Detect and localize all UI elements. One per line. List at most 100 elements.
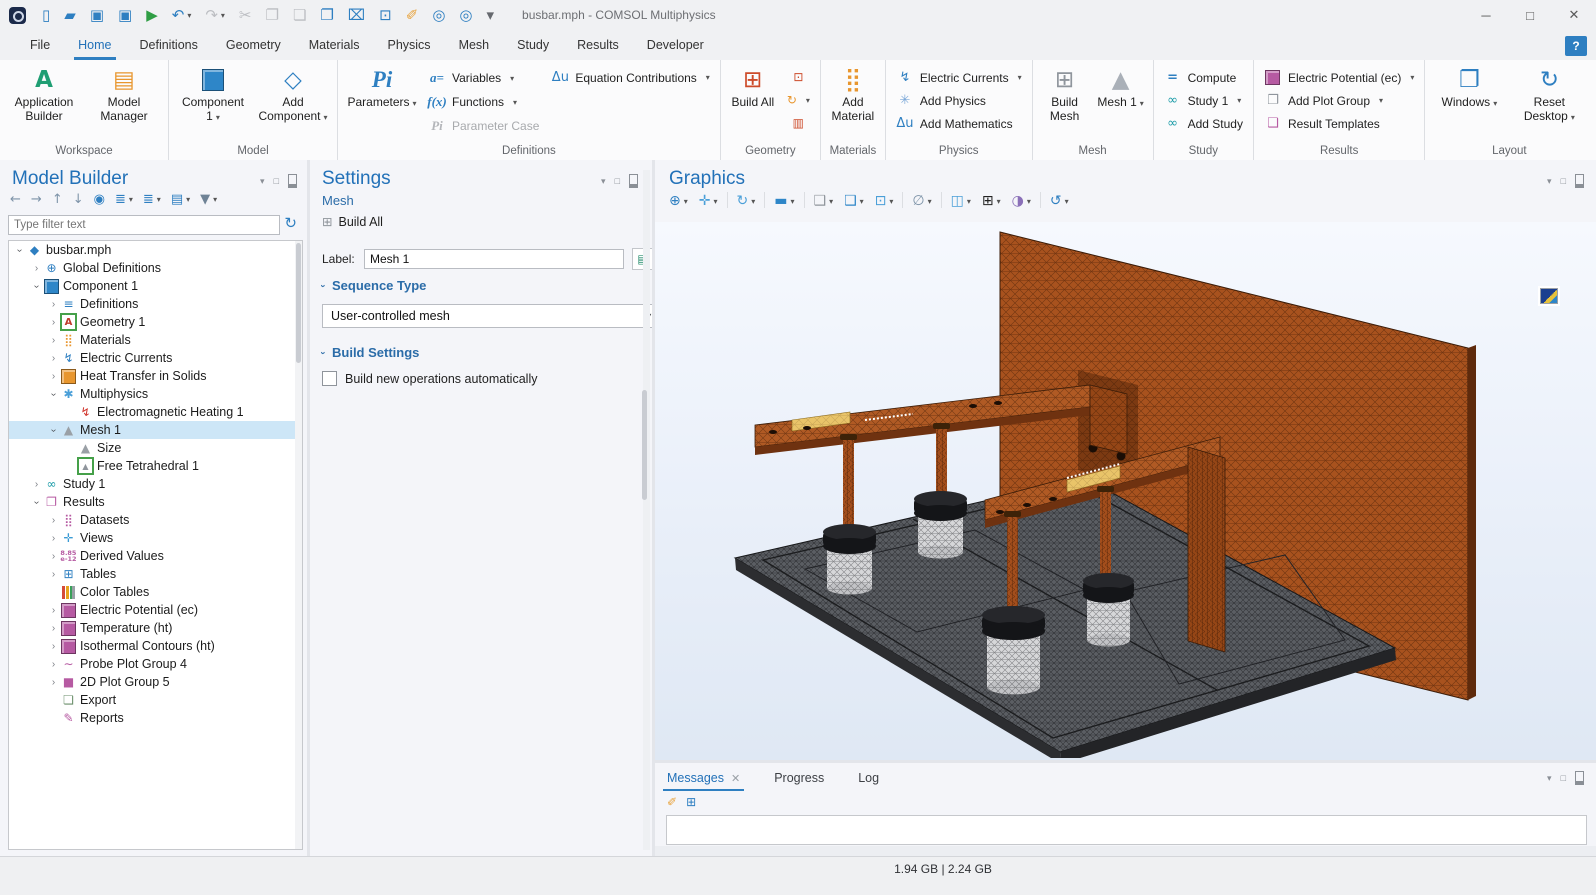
tree-expander-icon[interactable]: ›: [47, 551, 60, 562]
label-input[interactable]: [364, 249, 624, 269]
axis-orientation-button[interactable]: ✛▾: [697, 192, 720, 210]
panel-float-icon[interactable]: □: [274, 176, 279, 186]
menu-tab-physics[interactable]: Physics: [373, 30, 444, 60]
tree-expander-icon[interactable]: ›: [47, 605, 60, 616]
zoom-selected-button[interactable]: ◎: [432, 6, 445, 24]
ribbon-button-reset-desktop[interactable]: ↻Reset Desktop▾: [1511, 62, 1587, 125]
model-tree-nodes-button[interactable]: ▤▾: [171, 192, 190, 207]
tree-expander-icon[interactable]: ›: [47, 371, 60, 382]
ribbon-button-application-builder[interactable]: AApplication Builder: [6, 62, 82, 123]
tree-item-isothermal-contours-ht[interactable]: ›Isothermal Contours (ht): [9, 637, 302, 655]
menu-tab-geometry[interactable]: Geometry: [212, 30, 295, 60]
update-plot-button[interactable]: ↺▾: [1048, 192, 1071, 210]
ribbon-button-electric-currents[interactable]: ↯Electric Currents▾: [892, 69, 1026, 86]
ribbon-button-component-1[interactable]: Component 1▾: [175, 62, 251, 125]
grid-button[interactable]: ⊞▾: [980, 192, 1003, 210]
back-button[interactable]: ←: [10, 192, 21, 207]
tree-expander-icon[interactable]: ›: [30, 263, 43, 274]
clear-messages-button[interactable]: ✐: [667, 795, 677, 809]
tree-item-tables[interactable]: ›⊞Tables: [9, 565, 302, 583]
save-button[interactable]: ▣: [90, 6, 104, 24]
transparency-button[interactable]: ◫▾: [949, 192, 973, 210]
tree-item-color-tables[interactable]: Color Tables: [9, 583, 302, 601]
tree-item-electromagnetic-heating-1[interactable]: ↯Electromagnetic Heating 1: [9, 403, 302, 421]
tree-expander-icon[interactable]: ›: [48, 388, 59, 401]
copy-to-table-button[interactable]: ⊞: [686, 795, 696, 809]
ribbon-button-result-templates[interactable]: ❑Result Templates: [1260, 115, 1418, 132]
tree-item-mesh-1[interactable]: ›▲Mesh 1: [9, 421, 302, 439]
tree-item-component-1[interactable]: ›Component 1: [9, 277, 302, 295]
open-file-button[interactable]: ▰: [64, 6, 76, 24]
tree-item-electric-currents[interactable]: ›↯Electric Currents: [9, 349, 302, 367]
panel-pin-icon[interactable]: [1575, 771, 1584, 785]
panel-menu-icon[interactable]: ▾: [601, 176, 606, 187]
graphics-canvas[interactable]: [655, 222, 1596, 760]
show-button[interactable]: ◉: [94, 192, 105, 207]
panel-float-icon[interactable]: □: [615, 176, 620, 186]
ribbon-button-compute[interactable]: =Compute: [1160, 69, 1247, 86]
tree-expander-icon[interactable]: ›: [47, 299, 60, 310]
tree-expander-icon[interactable]: ›: [47, 623, 60, 634]
close-tab-icon[interactable]: ✕: [731, 772, 740, 785]
scene-appearance-button[interactable]: ◑▾: [1010, 192, 1033, 210]
default-view-button[interactable]: ▬▾: [772, 192, 796, 210]
ribbon-button-virtual-operations-icon[interactable]: ▥: [783, 115, 814, 131]
help-button[interactable]: ?: [1565, 36, 1587, 56]
ribbon-button-add-plot-group[interactable]: ❐Add Plot Group▾: [1260, 92, 1418, 109]
tree-expander-icon[interactable]: ›: [47, 569, 60, 580]
move-down-button[interactable]: ↓: [73, 192, 84, 207]
cut-button[interactable]: ✂: [239, 6, 252, 24]
menu-tab-definitions[interactable]: Definitions: [126, 30, 212, 60]
menu-tab-materials[interactable]: Materials: [295, 30, 374, 60]
duplicate-button[interactable]: ❐: [320, 6, 333, 24]
tree-item-materials[interactable]: ›⣿Materials: [9, 331, 302, 349]
ribbon-button-add-study[interactable]: ∞Add Study: [1160, 115, 1247, 132]
panel-pin-icon[interactable]: [1575, 174, 1584, 188]
tree-item-results[interactable]: ›❐Results: [9, 493, 302, 511]
ribbon-button-windows[interactable]: ❐Windows▾: [1431, 62, 1507, 111]
maximize-button[interactable]: □: [1508, 0, 1552, 30]
panel-menu-icon[interactable]: ▾: [1547, 176, 1552, 187]
ribbon-button-functions[interactable]: f(x)Functions▾: [424, 93, 543, 111]
build-new-operations-checkbox[interactable]: [322, 371, 337, 386]
tree-item-study-1[interactable]: ›∞Study 1: [9, 475, 302, 493]
move-up-button[interactable]: ↑: [52, 192, 63, 207]
ribbon-button-add-mathematics[interactable]: ΔuAdd Mathematics: [892, 115, 1026, 132]
expand-all-button[interactable]: ≣▾: [115, 192, 133, 207]
collapse-all-button[interactable]: ≣▾: [143, 192, 161, 207]
panel-pin-icon[interactable]: [288, 174, 297, 188]
menu-tab-results[interactable]: Results: [563, 30, 633, 60]
tree-item-geometry-1[interactable]: ›AGeometry 1: [9, 313, 302, 331]
messages-tab-messages[interactable]: Messages✕: [667, 765, 740, 791]
menu-tab-file[interactable]: File: [16, 30, 64, 60]
copy-button[interactable]: ❐: [266, 6, 279, 24]
filter-button[interactable]: ▼▾: [200, 192, 217, 207]
tree-item-reports[interactable]: ✎Reports: [9, 709, 302, 727]
tree-expander-icon[interactable]: ›: [48, 424, 59, 437]
tree-item-temperature-ht[interactable]: ›Temperature (ht): [9, 619, 302, 637]
zoom-to-selection-button[interactable]: ◎: [459, 6, 472, 24]
ribbon-button-equation-contributions[interactable]: ΔuEquation Contributions▾: [547, 69, 713, 86]
ribbon-button-add-component[interactable]: ◇Add Component▾: [255, 62, 331, 125]
tree-item-electric-potential-ec[interactable]: ›Electric Potential (ec): [9, 601, 302, 619]
forward-button[interactable]: →: [31, 192, 42, 207]
tree-item-multiphysics[interactable]: ›✱Multiphysics: [9, 385, 302, 403]
new-file-button[interactable]: ▯: [42, 6, 50, 24]
ribbon-button-study-1[interactable]: ∞Study 1▾: [1160, 92, 1247, 109]
plot-thumbnail-icon[interactable]: [1540, 288, 1558, 304]
select-box-button[interactable]: ⊡: [379, 6, 392, 24]
rotate-view-button[interactable]: ↻▾: [735, 192, 758, 210]
ribbon-button-build-all[interactable]: ⊞Build All: [727, 62, 779, 109]
paste-button[interactable]: ❏: [293, 6, 306, 24]
tree-expander-icon[interactable]: ›: [30, 479, 43, 490]
ribbon-button-add-material[interactable]: ⣿Add Material: [827, 62, 879, 123]
ribbon-button-variables[interactable]: a=Variables▾: [424, 69, 543, 87]
menu-tab-mesh[interactable]: Mesh: [445, 30, 504, 60]
redo-button[interactable]: ↷▾: [205, 6, 225, 24]
ribbon-button-build-mesh[interactable]: ⊞Build Mesh: [1039, 62, 1091, 123]
menu-tab-study[interactable]: Study: [503, 30, 563, 60]
tree-expander-icon[interactable]: ›: [14, 244, 25, 257]
tree-item-free-tetrahedral-1[interactable]: ▲Free Tetrahedral 1: [9, 457, 302, 475]
tree-expander-icon[interactable]: ›: [47, 533, 60, 544]
panel-menu-icon[interactable]: ▾: [260, 176, 265, 187]
